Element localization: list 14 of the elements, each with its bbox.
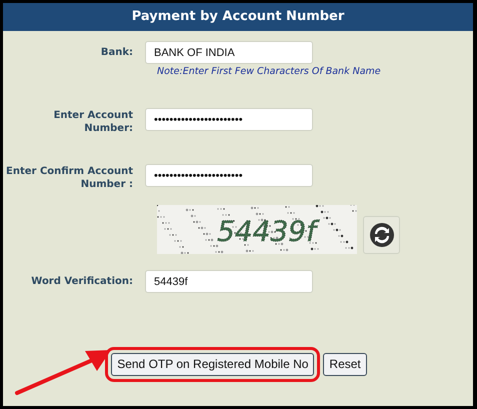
panel-title: Payment by Account Number xyxy=(3,3,473,31)
field-label: Enter Confirm Account Number : xyxy=(5,165,134,192)
form-button[interactable]: Reset xyxy=(323,353,367,376)
refresh-icon xyxy=(368,222,394,248)
refresh-button[interactable] xyxy=(363,216,400,254)
input-field[interactable]: ••••••••••••••••••••••• xyxy=(145,108,313,132)
field-label: Word Verification: xyxy=(30,275,134,288)
input-field[interactable]: BANK OF INDIA xyxy=(145,41,313,64)
field-label: Bank: xyxy=(100,46,134,59)
note-text: Note:Enter First Few Characters Of Bank Name xyxy=(157,65,382,79)
input-field[interactable]: ••••••••••••••••••••••• xyxy=(145,164,313,188)
field-label: Enter Account Number: xyxy=(52,109,134,136)
input-field[interactable]: 54439f xyxy=(145,270,313,294)
captcha-image: 54439f xyxy=(157,205,357,254)
